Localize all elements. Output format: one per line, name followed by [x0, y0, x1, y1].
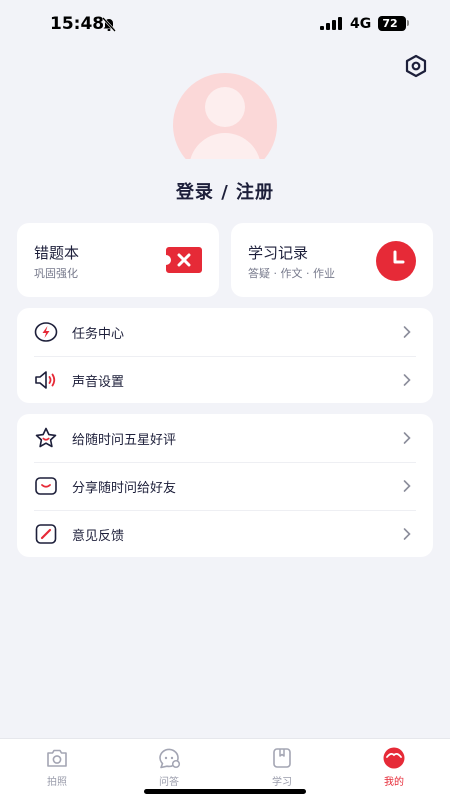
star-icon — [35, 427, 57, 448]
menu-label: 分享随时问给好友 — [72, 481, 177, 496]
lightning-icon — [34, 322, 58, 342]
mistakes-card[interactable]: 错题本 巩固强化 — [17, 223, 219, 297]
menu-item-feedback[interactable]: 意见反馈 — [17, 510, 433, 558]
settings-hexagon-icon[interactable] — [404, 54, 428, 78]
mistakes-card-subtitle: 巩固强化 — [34, 267, 78, 280]
study-records-card[interactable]: 学习记录 答疑 · 作文 · 作业 — [231, 223, 433, 297]
feedback-icon — [35, 524, 57, 544]
chat-icon — [159, 748, 181, 769]
clock-icon — [376, 241, 416, 281]
chevron-right-icon — [403, 374, 411, 386]
chevron-right-icon — [403, 480, 411, 492]
menu-item-rate-five-stars[interactable]: 给随时问五星好评 — [17, 414, 433, 462]
menu-label: 意见反馈 — [72, 529, 125, 544]
battery-tip — [407, 20, 409, 26]
status-bar: 15:48 4G 72 — [0, 0, 450, 48]
menu-label: 任务中心 — [72, 327, 125, 342]
avatar-body — [189, 133, 261, 159]
avatar-disc — [173, 73, 277, 159]
book-icon — [273, 748, 291, 768]
menu-item-sound-settings[interactable]: 声音设置 — [17, 356, 433, 404]
tab-label: 学习 — [272, 777, 292, 788]
tab-label: 问答 — [159, 777, 179, 788]
home-indicator — [144, 789, 306, 794]
menu-item-task-center[interactable]: 任务中心 — [17, 308, 433, 356]
signal-icon — [320, 17, 342, 30]
tab-label: 拍照 — [47, 777, 67, 788]
menu-item-share-to-friends[interactable]: 分享随时问给好友 — [17, 462, 433, 510]
menu-group-2: 给随时问五星好评 分享随时问给好友 意见反馈 — [17, 414, 433, 557]
bell-muted-icon — [102, 17, 116, 32]
speaker-icon — [35, 371, 56, 389]
status-time: 15:48 — [50, 14, 105, 34]
ticket-x-icon — [166, 247, 202, 273]
share-smile-icon — [35, 477, 57, 495]
avatar-head — [205, 87, 245, 127]
network-label: 4G — [350, 16, 372, 32]
study-records-title: 学习记录 — [248, 244, 309, 262]
mistakes-card-title: 错题本 — [34, 244, 80, 262]
camera-icon — [47, 749, 67, 767]
menu-label: 声音设置 — [72, 375, 125, 390]
study-records-subtitle: 答疑 · 作文 · 作业 — [248, 267, 335, 280]
avatar[interactable] — [173, 73, 277, 159]
login-register-link[interactable]: 登录 / 注册 — [0, 178, 450, 204]
tab-mine[interactable]: 我的 — [364, 747, 424, 788]
tab-label: 我的 — [384, 777, 404, 788]
profile-icon — [383, 747, 405, 769]
menu-group-1: 任务中心 声音设置 — [17, 308, 433, 403]
battery-level: 72 — [382, 17, 398, 30]
chevron-right-icon — [403, 326, 411, 338]
battery-icon: 72 — [378, 16, 406, 31]
chevron-right-icon — [403, 432, 411, 444]
tab-study[interactable]: 学习 — [252, 747, 312, 788]
tab-qa[interactable]: 问答 — [139, 747, 199, 788]
menu-label: 给随时问五星好评 — [72, 433, 177, 448]
tab-camera[interactable]: 拍照 — [27, 747, 87, 788]
chevron-right-icon — [403, 528, 411, 540]
